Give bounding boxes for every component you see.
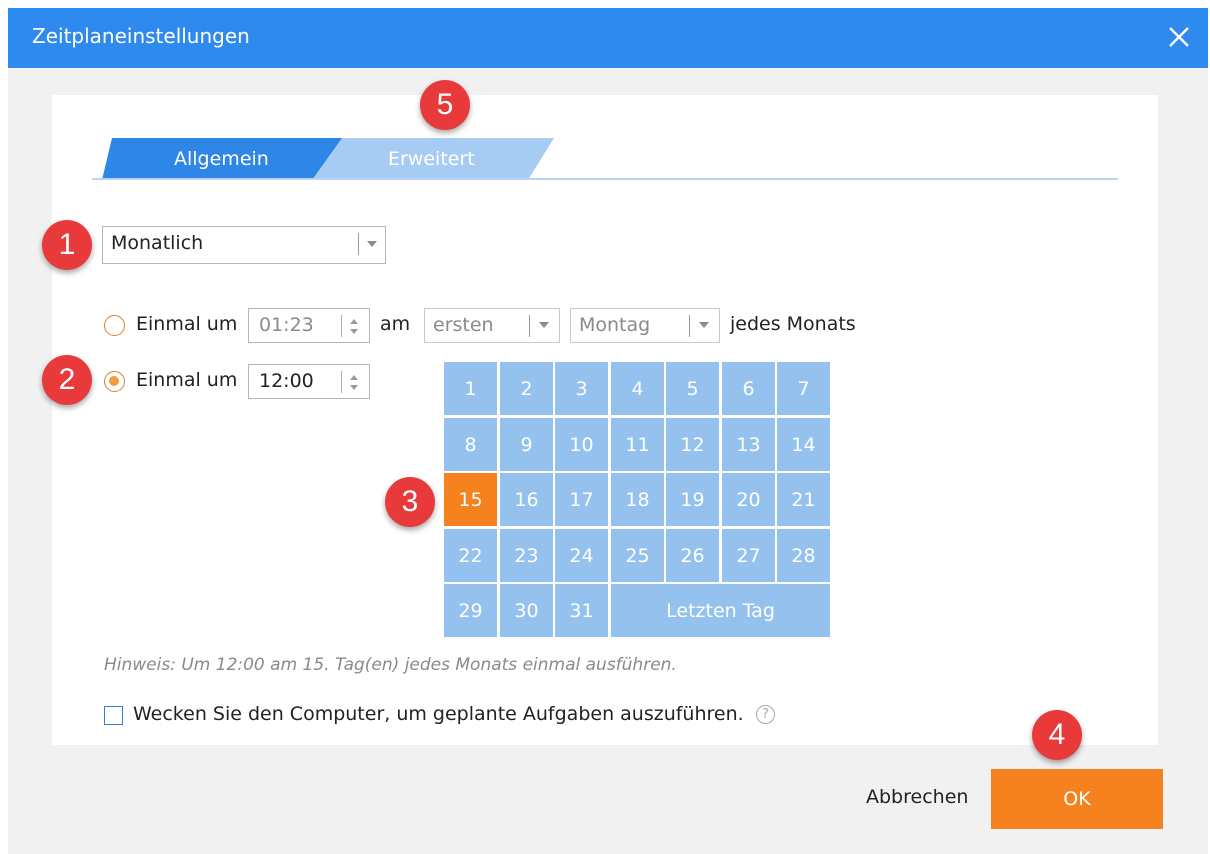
- close-icon[interactable]: [1162, 20, 1196, 54]
- weekday-value: Montag: [579, 314, 651, 336]
- option1-time-value: 01:23: [259, 314, 314, 336]
- radio-once-day[interactable]: [104, 371, 125, 392]
- option2-time-stepper[interactable]: 12:00: [248, 364, 370, 399]
- ordinal-select[interactable]: ersten: [424, 308, 560, 343]
- stepper-down-icon[interactable]: [350, 385, 358, 390]
- stepper-down-icon[interactable]: [350, 329, 358, 334]
- tab-erweitert[interactable]: Erweitert: [388, 148, 475, 170]
- calendar-day-31[interactable]: 31: [555, 584, 608, 637]
- annotation-marker-5: 5: [420, 80, 470, 130]
- annotation-marker-3: 3: [385, 477, 435, 527]
- calendar-day-18[interactable]: 18: [611, 473, 664, 526]
- schedule-type-value: Monatlich: [111, 232, 204, 254]
- window-title: Zeitplaneinstellungen: [32, 24, 250, 48]
- option2-time-value: 12:00: [259, 370, 314, 392]
- calendar-day-27[interactable]: 27: [722, 529, 775, 582]
- cancel-button[interactable]: Abbrechen: [866, 786, 968, 808]
- calendar-day-7[interactable]: 7: [777, 362, 830, 415]
- stepper-up-icon[interactable]: [350, 319, 358, 324]
- select-separator: [689, 315, 690, 337]
- day-calendar: 1 2 3 4 5 6 7 8 9 10 11 12 13 14 15 16 17 18 19 20 21 22 23 24 2…: [444, 362, 830, 638]
- annotation-marker-2: 2: [42, 355, 92, 405]
- calendar-day-26[interactable]: 26: [666, 529, 719, 582]
- calendar-day-20[interactable]: 20: [722, 473, 775, 526]
- tab-shapes: [102, 138, 554, 180]
- weekday-select[interactable]: Montag: [570, 308, 720, 343]
- hint-text: Hinweis: Um 12:00 am 15. Tag(en) jedes M…: [104, 655, 677, 675]
- option1-label: Einmal um: [136, 313, 238, 335]
- calendar-day-16[interactable]: 16: [500, 473, 553, 526]
- select-separator: [358, 233, 359, 255]
- stepper-up-icon[interactable]: [350, 375, 358, 380]
- radio-once-weekday[interactable]: [104, 315, 125, 336]
- help-icon[interactable]: ?: [756, 705, 775, 724]
- tab-allgemein[interactable]: Allgemein: [174, 148, 269, 170]
- annotation-marker-1: 1: [42, 220, 92, 270]
- calendar-day-2[interactable]: 2: [500, 362, 553, 415]
- calendar-day-24[interactable]: 24: [555, 529, 608, 582]
- schedule-type-select[interactable]: Monatlich: [102, 226, 386, 264]
- calendar-day-30[interactable]: 30: [500, 584, 553, 637]
- chevron-down-icon: [699, 322, 709, 328]
- calendar-day-6[interactable]: 6: [722, 362, 775, 415]
- title-bar: Zeitplaneinstellungen: [8, 8, 1208, 68]
- calendar-day-3[interactable]: 3: [555, 362, 608, 415]
- tab-bar: Allgemein Erweitert: [92, 130, 1122, 182]
- calendar-day-22[interactable]: 22: [444, 529, 497, 582]
- tab-underline: [92, 178, 1118, 180]
- select-separator: [529, 315, 530, 337]
- jedes-monats-label: jedes Monats: [730, 313, 856, 335]
- stepper-separator: [341, 371, 342, 393]
- am-label: am: [380, 313, 411, 335]
- calendar-day-29[interactable]: 29: [444, 584, 497, 637]
- calendar-day-23[interactable]: 23: [500, 529, 553, 582]
- chevron-down-icon: [367, 241, 377, 247]
- calendar-day-5[interactable]: 5: [666, 362, 719, 415]
- wake-computer-label: Wecken Sie den Computer, um geplante Auf…: [133, 703, 744, 725]
- calendar-day-15[interactable]: 15: [444, 473, 497, 526]
- calendar-day-14[interactable]: 14: [777, 418, 830, 471]
- calendar-day-8[interactable]: 8: [444, 418, 497, 471]
- calendar-day-12[interactable]: 12: [666, 418, 719, 471]
- ordinal-value: ersten: [433, 314, 494, 336]
- calendar-day-13[interactable]: 13: [722, 418, 775, 471]
- ok-button[interactable]: OK: [991, 769, 1163, 829]
- calendar-day-17[interactable]: 17: [555, 473, 608, 526]
- calendar-last-day[interactable]: Letzten Tag: [611, 584, 830, 637]
- option2-label: Einmal um: [136, 369, 238, 391]
- chevron-down-icon: [539, 322, 549, 328]
- calendar-day-1[interactable]: 1: [444, 362, 497, 415]
- annotation-marker-4: 4: [1032, 710, 1082, 760]
- option1-time-stepper[interactable]: 01:23: [248, 308, 370, 343]
- calendar-day-28[interactable]: 28: [777, 529, 830, 582]
- stepper-separator: [341, 315, 342, 337]
- calendar-day-19[interactable]: 19: [666, 473, 719, 526]
- calendar-day-25[interactable]: 25: [611, 529, 664, 582]
- calendar-day-4[interactable]: 4: [611, 362, 664, 415]
- calendar-day-9[interactable]: 9: [500, 418, 553, 471]
- calendar-day-10[interactable]: 10: [555, 418, 608, 471]
- wake-computer-checkbox[interactable]: [104, 706, 123, 725]
- calendar-day-21[interactable]: 21: [777, 473, 830, 526]
- calendar-day-11[interactable]: 11: [611, 418, 664, 471]
